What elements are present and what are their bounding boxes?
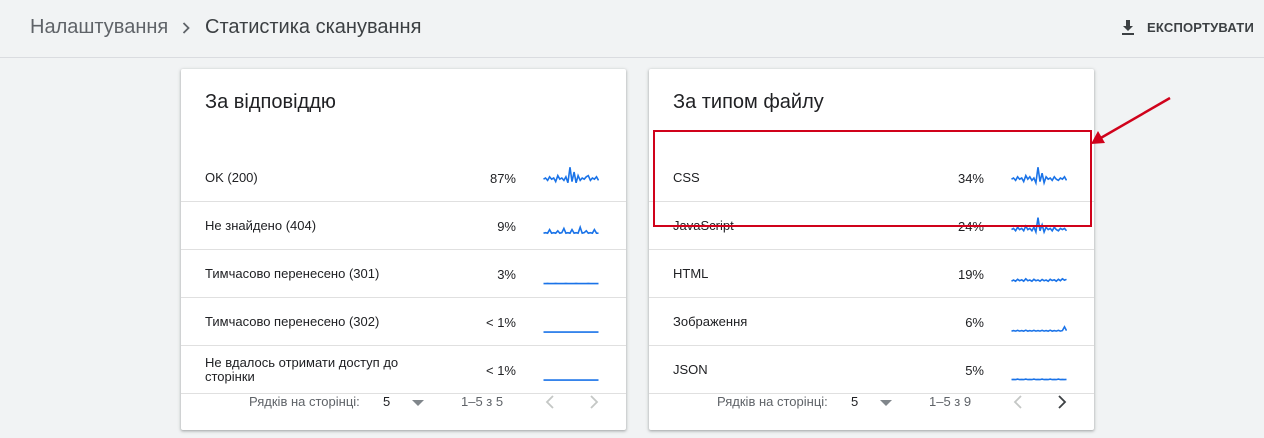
response-card: За відповіддю OK (200) 87% Не знайдено (… xyxy=(181,69,626,430)
card-title: За типом файлу xyxy=(673,91,824,113)
sparkline-path xyxy=(1011,167,1067,186)
row-percent: 6% xyxy=(965,314,984,330)
sparkline xyxy=(1011,217,1067,235)
sparkline xyxy=(1011,378,1067,381)
row-label: Тимчасово перенесено (301) xyxy=(205,266,380,281)
rows-per-page-label: Рядків на сторінці: xyxy=(249,394,360,409)
row-percent: 34% xyxy=(957,170,984,186)
rows-per-page-select[interactable]: 5 xyxy=(851,394,858,409)
row-percent: 19% xyxy=(957,266,984,282)
chevron-right-icon[interactable] xyxy=(587,394,601,410)
download-icon xyxy=(1122,20,1135,35)
row-label: Не знайдено (404) xyxy=(205,218,317,233)
row-percent: 87% xyxy=(489,170,516,186)
row-percent: 24% xyxy=(957,218,984,234)
sparkline xyxy=(1011,277,1067,283)
table-row[interactable]: Не знайдено (404) 9% xyxy=(181,202,626,250)
pagination: Рядків на сторінці: 5 1–5 з 5 xyxy=(181,394,626,410)
sparkline xyxy=(543,282,599,285)
annotation-arrow-icon xyxy=(1091,96,1171,144)
row-label: JavaScript xyxy=(673,218,734,233)
row-percent: 3% xyxy=(497,266,516,282)
rows-per-page-label: Рядків на сторінці: xyxy=(717,394,828,409)
sparkline-path xyxy=(543,224,599,235)
table-row[interactable]: Не вдалось отримати доступ до сторінки <… xyxy=(181,346,626,394)
page-range: 1–5 з 5 xyxy=(461,394,504,409)
chevron-left-icon[interactable] xyxy=(1011,394,1025,410)
sparkline-path xyxy=(543,167,599,184)
table-row[interactable]: JavaScript 24% xyxy=(649,202,1094,250)
row-label: JSON xyxy=(673,362,708,377)
sparkline xyxy=(543,167,599,184)
table-row[interactable]: CSS 34% xyxy=(649,154,1094,202)
table-row[interactable]: JSON 5% xyxy=(649,346,1094,394)
sparkline-path xyxy=(1011,325,1067,332)
sparkline-path xyxy=(1011,217,1067,235)
sparkline xyxy=(543,379,599,381)
row-label: Тимчасово перенесено (302) xyxy=(205,314,380,329)
row-percent: < 1% xyxy=(486,314,516,330)
row-label: OK (200) xyxy=(205,170,258,185)
table-row[interactable]: Зображення 6% xyxy=(649,298,1094,346)
table-row[interactable]: OK (200) 87% xyxy=(181,154,626,202)
export-label: ЕКСПОРТУВАТИ xyxy=(1147,19,1254,35)
page-range: 1–5 з 9 xyxy=(929,394,972,409)
sparkline xyxy=(1011,167,1067,186)
sparkline xyxy=(543,224,599,235)
dropdown-arrow-icon[interactable] xyxy=(412,399,424,407)
top-bar: Налаштування Статистика сканування ЕКСПО… xyxy=(0,0,1264,58)
file-type-card: За типом файлу CSS 34% JavaScript 24% HT… xyxy=(649,69,1094,430)
sparkline-path xyxy=(1011,277,1067,283)
row-label: CSS xyxy=(673,170,700,185)
table-row[interactable]: Тимчасово перенесено (302) < 1% xyxy=(181,298,626,346)
sparkline-path xyxy=(1011,378,1067,381)
page-title: Статистика сканування xyxy=(205,16,422,38)
pagination: Рядків на сторінці: 5 1–5 з 9 xyxy=(649,394,1094,410)
row-percent: 9% xyxy=(497,218,516,234)
row-list: OK (200) 87% Не знайдено (404) 9% Тимчас… xyxy=(181,154,626,394)
export-button[interactable]: ЕКСПОРТУВАТИ xyxy=(1119,14,1254,40)
rows-per-page-select[interactable]: 5 xyxy=(383,394,390,409)
table-row[interactable]: Тимчасово перенесено (301) 3% xyxy=(181,250,626,298)
row-label: HTML xyxy=(673,266,709,281)
row-label: Зображення xyxy=(673,314,748,329)
chevron-right-icon xyxy=(182,22,190,34)
row-label: Не вдалось отримати доступ до сторінки xyxy=(205,355,399,384)
card-title: За відповіддю xyxy=(205,91,336,113)
sparkline xyxy=(543,331,599,333)
row-percent: < 1% xyxy=(486,362,516,378)
sparkline xyxy=(1011,325,1067,332)
row-percent: 5% xyxy=(965,362,984,378)
chevron-left-icon[interactable] xyxy=(543,394,557,410)
row-list: CSS 34% JavaScript 24% HTML 19% Зображен… xyxy=(649,154,1094,394)
table-row[interactable]: HTML 19% xyxy=(649,250,1094,298)
dropdown-arrow-icon[interactable] xyxy=(880,399,892,407)
breadcrumb-settings-link[interactable]: Налаштування xyxy=(30,16,168,39)
chevron-right-icon[interactable] xyxy=(1055,394,1069,410)
